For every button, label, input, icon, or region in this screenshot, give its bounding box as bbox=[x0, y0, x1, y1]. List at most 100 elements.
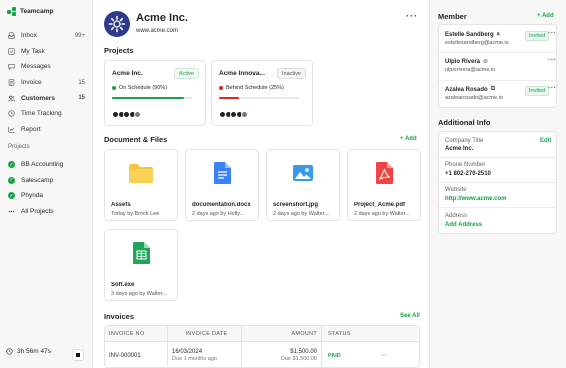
grid-dots-icon bbox=[8, 208, 15, 215]
details-panel: Member + Add Estelle Sandberg 🔒︎ estelles… bbox=[429, 0, 566, 368]
nav-item-report[interactable]: Report bbox=[0, 122, 93, 138]
project-item-all-projects[interactable]: All Projects bbox=[0, 204, 93, 220]
column-header[interactable]: AMOUNT bbox=[241, 326, 321, 341]
additional-info-title: Additional Info bbox=[438, 118, 491, 127]
report-icon bbox=[8, 126, 15, 133]
website-value[interactable]: http://www.acme.com bbox=[445, 196, 506, 202]
schedule-label: Behind Schedule (25%) bbox=[226, 85, 284, 91]
project-card[interactable]: Acme Innova... Inactive Behind Schedule … bbox=[211, 60, 313, 126]
project-name: Acme Inc. bbox=[112, 70, 143, 77]
file-meta: 2 days ago by Walter... bbox=[354, 211, 410, 217]
file-card[interactable]: screenshort.jpg 2 days ago by Walter... bbox=[266, 149, 340, 221]
file-name: Project_Acme.pdf bbox=[354, 202, 406, 208]
invoices-section-title: Invoices bbox=[104, 312, 135, 321]
column-header[interactable]: INVOICE DATE bbox=[167, 326, 241, 341]
inbox-icon bbox=[8, 32, 15, 39]
member-more-icon[interactable]: ··· bbox=[548, 30, 557, 37]
row-more-icon[interactable]: ··· bbox=[381, 353, 387, 359]
project-list: ✓ BB Accounting ✓ Salescamp ✓ Phynda All… bbox=[0, 157, 93, 219]
nav-label: Messages bbox=[21, 63, 51, 71]
divider bbox=[439, 52, 556, 53]
status-badge: Invited bbox=[525, 86, 550, 96]
avatar-group bbox=[112, 111, 141, 118]
doc-icon bbox=[186, 150, 258, 196]
member-more-icon[interactable]: ··· bbox=[548, 57, 557, 64]
invoice-amount-cell: $1,500.00 Due $1,500.00 bbox=[241, 342, 321, 367]
stop-icon bbox=[76, 353, 80, 357]
edit-button[interactable]: Edit bbox=[540, 138, 551, 144]
status-dot-icon bbox=[112, 86, 116, 90]
phone-label: Phone Number bbox=[445, 162, 486, 168]
more-options-icon[interactable]: ··· bbox=[406, 11, 418, 21]
project-name: Acme Innova... bbox=[219, 70, 265, 77]
invoice-date-cell: 16/03/2024 Due 1 months ago bbox=[167, 342, 241, 367]
status-dot-icon bbox=[219, 86, 223, 90]
column-header[interactable]: STATUS bbox=[321, 326, 391, 341]
company-website[interactable]: www.acme.com bbox=[136, 28, 178, 34]
file-card[interactable]: Soft.exe 3 days ago by Walter... bbox=[104, 229, 178, 301]
nav-item-inbox[interactable]: Inbox 99+ bbox=[0, 28, 93, 44]
divider bbox=[439, 182, 556, 183]
member-name: Ulpio Rivera bbox=[445, 58, 481, 65]
member-more-icon[interactable]: ··· bbox=[548, 85, 557, 92]
clock-icon bbox=[8, 110, 15, 117]
nav-label: My Task bbox=[21, 47, 45, 55]
project-item-salescamp[interactable]: ✓ Salescamp bbox=[0, 173, 93, 189]
nav-item-my-task[interactable]: My Task bbox=[0, 44, 93, 60]
status-badge: Invited bbox=[525, 31, 550, 41]
file-card[interactable]: Project_Acme.pdf 2 days ago by Walter... bbox=[347, 149, 421, 221]
add-address-button[interactable]: Add Address bbox=[445, 222, 482, 228]
project-card[interactable]: Acme Inc. Active On Schedule (90%) bbox=[104, 60, 206, 126]
file-meta: 2 days ago by Walter... bbox=[273, 211, 329, 217]
time-tracker: 3h 56m 47s bbox=[6, 348, 51, 355]
project-item-phynda[interactable]: ✓ Phynda bbox=[0, 188, 93, 204]
table-row[interactable]: INV-000001 16/03/2024 Due 1 months ago $… bbox=[105, 342, 419, 367]
project-label: All Projects bbox=[21, 207, 54, 215]
timer-value: 3h 56m 47s bbox=[17, 348, 51, 355]
project-item-bb-accounting[interactable]: ✓ BB Accounting bbox=[0, 157, 93, 173]
nav-label: Inbox bbox=[21, 32, 37, 40]
status-badge: Active bbox=[174, 68, 199, 79]
additional-info-card: Company Title Edit Acme Inc. Phone Numbe… bbox=[438, 131, 557, 234]
nav-item-invoice[interactable]: Invoice 15 bbox=[0, 75, 93, 91]
invoice-status-cell: PAID ··· bbox=[321, 342, 391, 367]
member-title: Member bbox=[438, 12, 467, 21]
main-nav: Inbox 99+ My Task Messages Invoice 15 Cu… bbox=[0, 28, 93, 137]
column-header[interactable]: INVOICE NO bbox=[105, 331, 167, 337]
nav-item-messages[interactable]: Messages bbox=[0, 59, 93, 75]
nav-item-time-tracking[interactable]: Time Tracking bbox=[0, 106, 93, 122]
project-schedule: On Schedule (90%) bbox=[112, 85, 167, 91]
nav-label: Customers bbox=[21, 94, 55, 102]
company-name: Acme Inc. bbox=[136, 12, 188, 24]
invoice-due: Due 1 months ago bbox=[172, 356, 217, 362]
lock-icon: 🔒︎ bbox=[496, 31, 500, 37]
gear-logo-icon bbox=[108, 15, 126, 33]
divider bbox=[439, 207, 556, 208]
add-document-button[interactable]: + Add bbox=[400, 136, 417, 142]
stop-timer-button[interactable] bbox=[72, 349, 84, 361]
divider bbox=[439, 157, 556, 158]
file-card[interactable]: documentation.docx 2 days ago by Holly..… bbox=[185, 149, 259, 221]
check-circle-icon: ✓ bbox=[8, 192, 15, 200]
clock-icon bbox=[6, 348, 13, 355]
file-card[interactable]: Assets Today by Brock Lee bbox=[104, 149, 178, 221]
project-label: Salescamp bbox=[21, 176, 54, 184]
check-circle-icon: ✓ bbox=[8, 161, 15, 169]
nav-item-customers[interactable]: Customers 15 bbox=[0, 90, 93, 106]
project-label: Phynda bbox=[21, 192, 44, 200]
member-email: ulpiorivera@acme.io bbox=[445, 67, 496, 73]
list-item[interactable]: Ulpio Rivera ⊘ ulpiorivera@acme.io bbox=[445, 58, 555, 74]
avatar bbox=[241, 111, 248, 118]
disabled-icon: ⊘ bbox=[483, 59, 489, 65]
file-name: Soft.exe bbox=[111, 282, 135, 288]
nav-label: Time Tracking bbox=[21, 110, 62, 118]
see-all-invoices-link[interactable]: See All bbox=[400, 313, 420, 319]
file-meta: 2 days ago by Holly... bbox=[192, 211, 245, 217]
member-name: Azalea Rosado bbox=[445, 86, 488, 93]
member-list: Estelle Sandberg 🔒︎ estellesandberg@acme.… bbox=[438, 24, 557, 108]
add-member-button[interactable]: + Add bbox=[537, 13, 554, 19]
invoice-table: INVOICE NO INVOICE DATE AMOUNT STATUS IN… bbox=[104, 325, 420, 368]
project-schedule: Behind Schedule (25%) bbox=[219, 85, 284, 91]
nav-count: 99+ bbox=[74, 32, 85, 39]
brand[interactable]: Teamcamp bbox=[7, 7, 53, 16]
